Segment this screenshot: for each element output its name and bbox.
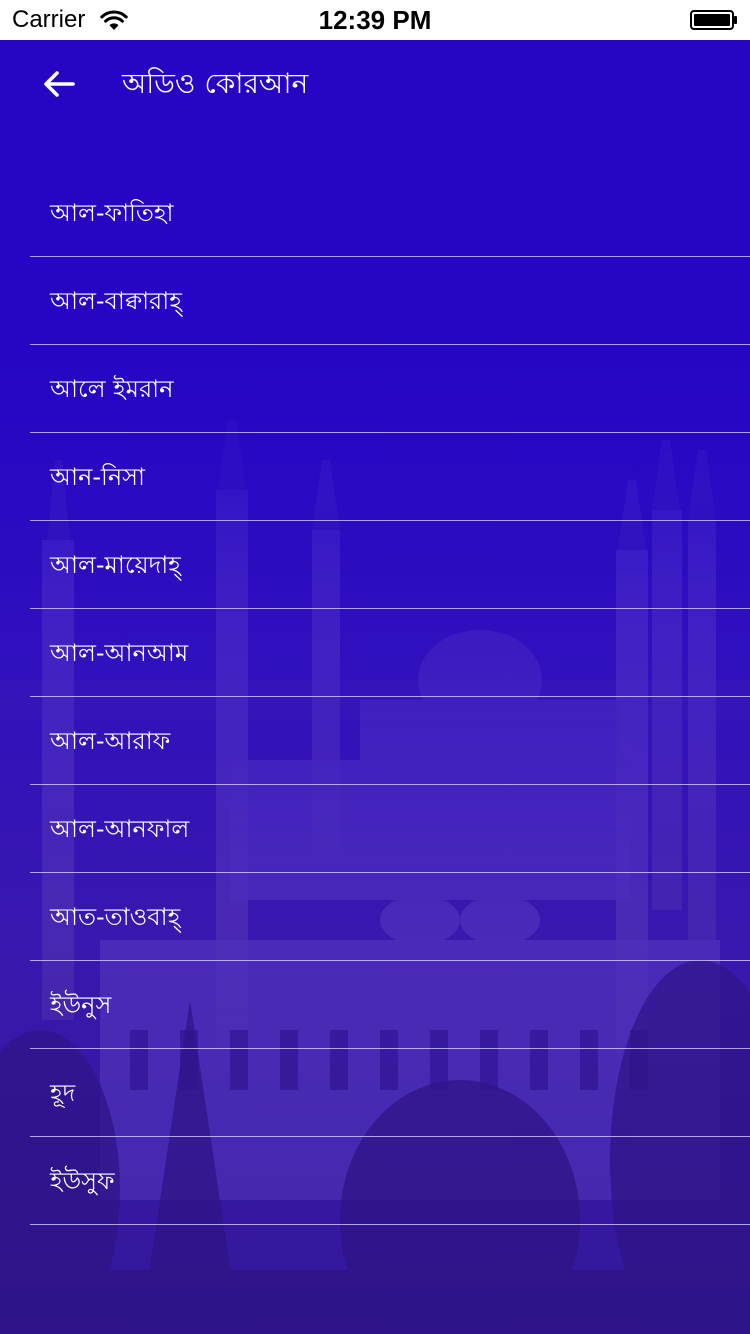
surah-name: আল-আনআম	[50, 638, 189, 667]
surah-name: আন-নিসা	[50, 462, 145, 491]
list-item[interactable]: আল-আনফাল	[30, 785, 750, 873]
list-item[interactable]: আল-ফাতিহা	[30, 169, 750, 257]
surah-list: আল-ফাতিহা আল-বাক্বারাহ্ আলে ইমরান আন-নিস…	[30, 169, 750, 1225]
surah-name: আল-বাক্বারাহ্	[50, 286, 182, 315]
list-item[interactable]: আল-মায়েদাহ্	[30, 521, 750, 609]
status-time: 12:39 PM	[318, 5, 432, 35]
list-item[interactable]: আন-নিসা	[30, 433, 750, 521]
surah-name: আল-মায়েদাহ্	[50, 550, 181, 579]
surah-name: আলে ইমরান	[50, 374, 174, 403]
list-item[interactable]: ইউসুফ	[30, 1137, 750, 1225]
status-bar: Carrier 12:39 PM	[0, 0, 750, 40]
list-item[interactable]: আল-আরাফ	[30, 697, 750, 785]
back-button[interactable]	[30, 58, 88, 110]
arrow-left-icon	[44, 71, 75, 97]
list-item[interactable]: আল-আনআম	[30, 609, 750, 697]
battery-icon	[690, 10, 737, 30]
surah-name: আত-তাওবাহ্	[50, 902, 181, 931]
navigation-bar: অডিও কোরআন	[0, 40, 750, 128]
surah-name: আল-আনফাল	[50, 814, 190, 843]
surah-name: আল-ফাতিহা	[50, 198, 174, 227]
surah-name: আল-আরাফ	[50, 726, 171, 755]
list-item[interactable]: আলে ইমরান	[30, 345, 750, 433]
page-title: অডিও কোরআন	[122, 67, 309, 100]
list-item[interactable]: আল-বাক্বারাহ্	[30, 257, 750, 345]
list-item[interactable]: ইউনুস	[30, 961, 750, 1049]
surah-name: ইউসুফ	[50, 1166, 115, 1195]
list-item[interactable]: আত-তাওবাহ্	[30, 873, 750, 961]
audio-quran-screen: অডিও কোরআন আল-ফাতিহা আল-বাক্বারাহ্ আলে ই…	[0, 40, 750, 1334]
surah-name: ইউনুস	[50, 990, 112, 1019]
list-item[interactable]: হূদ	[30, 1049, 750, 1137]
surah-name: হূদ	[50, 1078, 76, 1107]
